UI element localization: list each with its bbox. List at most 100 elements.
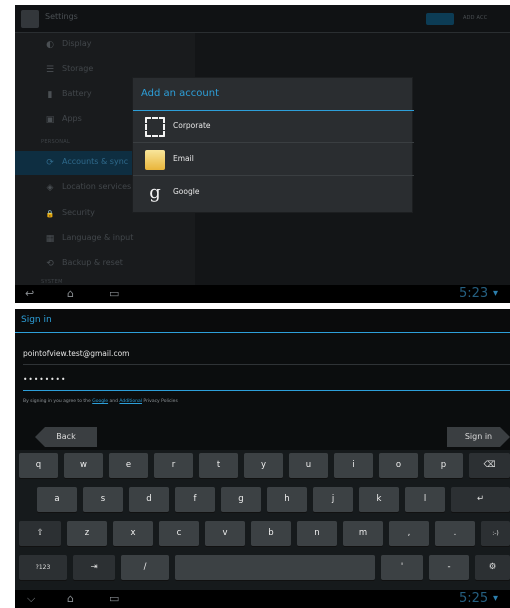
key-c[interactable]: c <box>159 521 199 546</box>
email-field[interactable]: pointofview.test@gmail.com <box>23 349 510 365</box>
recent-apps-icon[interactable]: ▭ <box>109 288 119 300</box>
sidebar-item-label: Accounts & sync <box>62 157 129 166</box>
spacebar[interactable] <box>175 555 375 580</box>
settings-screen: Settings ADD ACC ◐ Display ☰ Storage ▮ B… <box>15 5 510 303</box>
back-button[interactable]: Back <box>35 427 97 447</box>
sidebar-item-backup-reset[interactable]: ⟲ Backup & reset <box>15 252 195 276</box>
wifi-icon: ▾ <box>493 593 499 604</box>
key-v[interactable]: v <box>205 521 245 546</box>
add-account-dialog: Add an account Corporate Email g Google <box>132 77 414 213</box>
key-r[interactable]: r <box>154 453 193 478</box>
corporate-icon <box>145 117 165 137</box>
symbols-key[interactable]: ?123 <box>19 555 67 580</box>
account-option-label: Email <box>173 154 194 163</box>
home-icon[interactable]: ⌂ <box>67 288 74 300</box>
add-account-action[interactable]: ADD ACC <box>463 15 487 21</box>
storage-icon: ☰ <box>45 65 55 75</box>
account-option-corporate[interactable]: Corporate <box>133 111 414 143</box>
location-icon: ◈ <box>46 183 54 193</box>
key-h[interactable]: h <box>267 487 307 512</box>
hide-keyboard-icon[interactable]: ⌵ <box>27 593 35 605</box>
key-period[interactable]: . <box>435 521 475 546</box>
key-f[interactable]: f <box>175 487 215 512</box>
keyboard-settings-key[interactable]: ⚙ <box>475 555 510 580</box>
recent-apps-icon[interactable]: ▭ <box>109 593 119 605</box>
sidebar-item-label: Apps <box>62 114 82 123</box>
key-p[interactable]: p <box>424 453 463 478</box>
key-b[interactable]: b <box>251 521 291 546</box>
backspace-key[interactable]: ⌫ <box>469 453 510 478</box>
key-dash[interactable]: - <box>429 555 469 580</box>
legal-prefix: By signing in you agree to the <box>23 399 93 404</box>
sign-in-button[interactable]: Sign in <box>447 427 510 447</box>
legal-notice: By signing in you agree to the Google an… <box>23 399 178 404</box>
sidebar-item-label: Language & input <box>62 233 134 242</box>
sidebar-item-label: Security <box>62 208 95 217</box>
password-field[interactable]: •••••••• <box>23 375 510 391</box>
status-clock: 5:25 <box>459 591 489 606</box>
settings-app-icon[interactable] <box>21 10 39 28</box>
action-bar-button[interactable] <box>426 13 454 25</box>
enter-key[interactable]: ↵ <box>451 487 510 512</box>
email-icon <box>145 150 165 170</box>
tab-key[interactable]: ⇥ <box>73 555 115 580</box>
key-s[interactable]: s <box>83 487 123 512</box>
additional-privacy-link[interactable]: Additional <box>119 399 142 404</box>
key-e[interactable]: e <box>109 453 148 478</box>
key-n[interactable]: n <box>297 521 337 546</box>
key-w[interactable]: w <box>64 453 103 478</box>
key-t[interactable]: t <box>199 453 238 478</box>
key-z[interactable]: z <box>67 521 107 546</box>
system-nav-bar: ↩ ⌂ ▭ 5:23 ▾ <box>15 285 510 303</box>
key-y[interactable]: y <box>244 453 283 478</box>
keyboard-icon: ▦ <box>45 234 55 244</box>
sync-icon: ⟳ <box>46 158 54 168</box>
account-option-email[interactable]: Email <box>133 144 414 176</box>
key-k[interactable]: k <box>359 487 399 512</box>
key-g[interactable]: g <box>221 487 261 512</box>
system-nav-bar: ⌵ ⌂ ▭ 5:25 ▾ <box>15 590 510 608</box>
page-title: Sign in <box>21 315 52 325</box>
google-icon: g <box>149 182 161 203</box>
password-field-underline <box>23 390 510 391</box>
sidebar-item-label: Location services <box>62 182 132 191</box>
account-option-google[interactable]: g Google <box>133 177 414 209</box>
key-slash[interactable]: / <box>121 555 169 580</box>
key-j[interactable]: j <box>313 487 353 512</box>
apps-icon: ▣ <box>45 115 55 125</box>
google-privacy-link[interactable]: Google <box>92 399 108 404</box>
key-o[interactable]: o <box>379 453 418 478</box>
display-icon: ◐ <box>46 40 54 50</box>
sidebar-item-label: Battery <box>62 89 92 98</box>
sidebar-item-label: Display <box>62 39 92 48</box>
status-clock: 5:23 <box>459 286 489 301</box>
category-personal: PERSONAL <box>41 139 71 145</box>
key-d[interactable]: d <box>129 487 169 512</box>
key-i[interactable]: i <box>334 453 373 478</box>
sidebar-item-display[interactable]: ◐ Display <box>15 33 195 57</box>
account-option-label: Corporate <box>173 121 211 130</box>
back-icon[interactable]: ↩ <box>25 288 34 300</box>
lock-icon: 🔒 <box>45 210 55 218</box>
key-m[interactable]: m <box>343 521 383 546</box>
account-option-label: Google <box>173 187 200 196</box>
key-q[interactable]: q <box>19 453 58 478</box>
key-x[interactable]: x <box>113 521 153 546</box>
key-a[interactable]: a <box>37 487 77 512</box>
key-l[interactable]: l <box>405 487 445 512</box>
legal-and: and <box>108 399 120 404</box>
key-u[interactable]: u <box>289 453 328 478</box>
action-bar: Settings ADD ACC <box>15 5 510 33</box>
smiley-key[interactable]: :-) <box>481 521 510 546</box>
battery-icon: ▮ <box>47 90 53 100</box>
dialog-title: Add an account <box>141 88 220 99</box>
sidebar-item-language-input[interactable]: ▦ Language & input <box>15 227 195 251</box>
home-icon[interactable]: ⌂ <box>67 593 74 605</box>
key-comma[interactable]: , <box>389 521 429 546</box>
sidebar-item-label: Storage <box>62 64 94 73</box>
email-field-underline <box>23 364 510 365</box>
wifi-icon: ▾ <box>493 288 499 299</box>
shift-key[interactable]: ⇧ <box>19 521 61 546</box>
legal-suffix: Privacy Policies <box>142 399 178 404</box>
key-apostrophe[interactable]: ' <box>381 555 423 580</box>
